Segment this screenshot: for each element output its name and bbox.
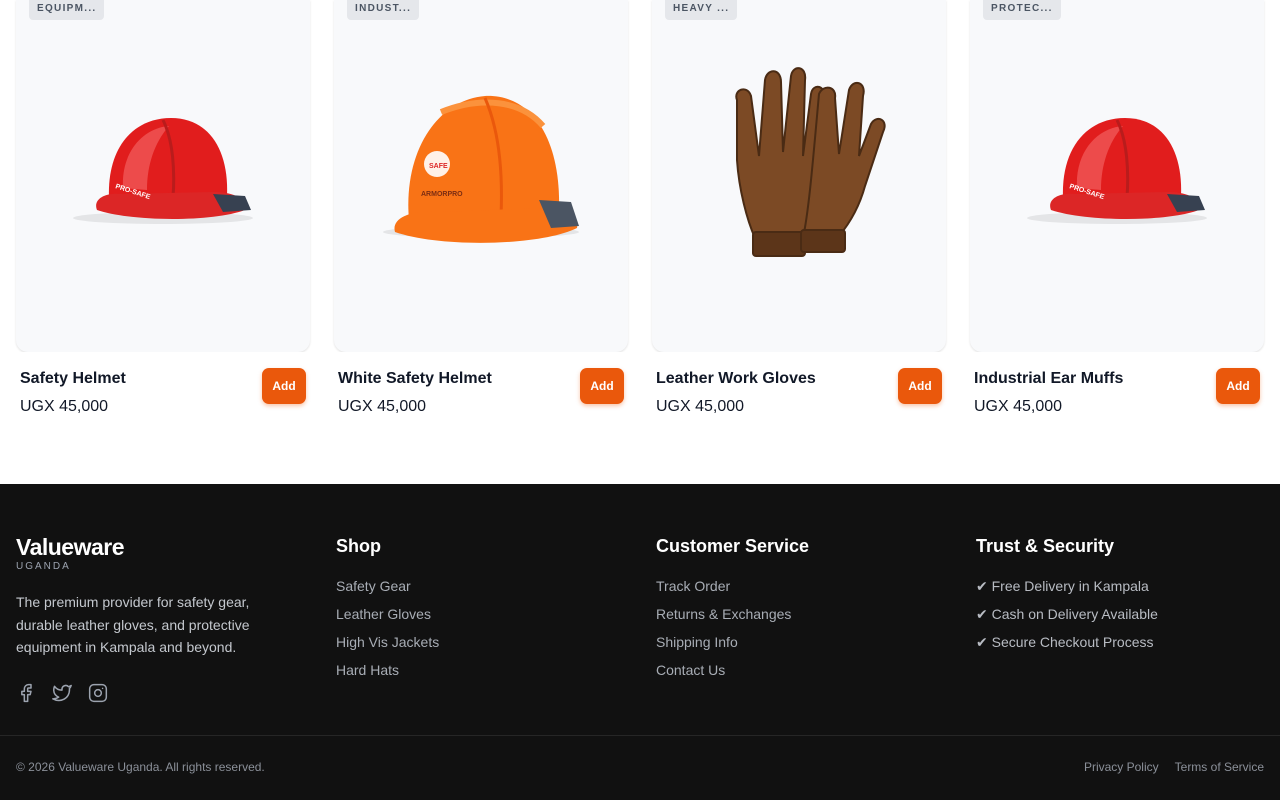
product-card[interactable]: INDUST... SAFE ARMORPRO White Safety Hel… — [334, 0, 628, 420]
trust-item: ✔ Free Delivery in Kampala — [976, 578, 1149, 594]
copyright-text: © 2026 Valueware Uganda. All rights rese… — [16, 760, 265, 774]
instagram-icon[interactable] — [88, 683, 108, 703]
product-price: UGX 45,000 — [974, 398, 1063, 415]
product-name[interactable]: White Safety Helmet — [338, 370, 492, 388]
product-info: Safety Helmet UGX 45,000 Add — [16, 352, 310, 420]
product-info: Leather Work Gloves UGX 45,000 Add — [652, 352, 946, 420]
leather-gloves-image — [735, 67, 886, 257]
customer-service-heading: Customer Service — [656, 536, 810, 556]
product-image-area[interactable]: EQUIPM... PRO-SAFE — [16, 0, 310, 352]
shop-link-hard-hats[interactable]: Hard Hats — [336, 660, 439, 680]
social-links — [16, 683, 276, 703]
shop-link-leather-gloves[interactable]: Leather Gloves — [336, 604, 439, 624]
footer-divider — [0, 735, 1280, 736]
product-info: White Safety Helmet UGX 45,000 Add — [334, 352, 628, 420]
trust-heading: Trust & Security — [976, 536, 1115, 556]
red-helmet-image: PRO-SAFE — [73, 118, 253, 224]
product-image-area[interactable]: PROTEC... PRO-SAFE — [970, 0, 1264, 352]
trust-item: ✔ Cash on Delivery Available — [976, 606, 1158, 622]
product-image-area[interactable]: HEAVY ... — [652, 0, 946, 352]
footer-shop-column: Shop Safety Gear Leather Gloves High Vis… — [336, 534, 439, 688]
footer-brand: Valueware UGANDA The premium provider fo… — [16, 534, 276, 703]
product-grid: EQUIPM... PRO-SAFE Safety Helmet UGX 45,… — [0, 0, 1280, 484]
product-image-area[interactable]: INDUST... SAFE ARMORPRO — [334, 0, 628, 352]
add-to-cart-button[interactable]: Add — [262, 368, 306, 404]
product-card[interactable]: PROTEC... PRO-SAFE Industrial Ear Muffs … — [970, 0, 1264, 420]
legal-links: Privacy Policy Terms of Service — [1084, 760, 1264, 774]
product-price: UGX 45,000 — [20, 398, 109, 415]
cs-link-returns[interactable]: Returns & Exchanges — [656, 604, 809, 624]
product-card[interactable]: HEAVY ... Leather Work Gloves UGX 45,000… — [652, 0, 946, 420]
privacy-policy-link[interactable]: Privacy Policy — [1084, 760, 1159, 774]
cs-link-shipping-info[interactable]: Shipping Info — [656, 632, 809, 652]
category-badge: HEAVY ... — [665, 0, 738, 20]
svg-text:SAFE: SAFE — [429, 163, 448, 170]
product-card[interactable]: EQUIPM... PRO-SAFE Safety Helmet UGX 45,… — [16, 0, 310, 420]
orange-helmet-image: SAFE ARMORPRO — [383, 95, 579, 243]
terms-of-service-link[interactable]: Terms of Service — [1175, 760, 1264, 774]
trust-item: ✔ Secure Checkout Process — [976, 634, 1154, 650]
footer-customer-service-column: Customer Service Track Order Returns & E… — [656, 534, 809, 688]
cs-link-track-order[interactable]: Track Order — [656, 576, 809, 596]
shop-link-safety-gear[interactable]: Safety Gear — [336, 576, 439, 596]
add-to-cart-button[interactable]: Add — [580, 368, 624, 404]
twitter-icon[interactable] — [52, 683, 72, 703]
product-name[interactable]: Safety Helmet — [20, 370, 126, 388]
svg-text:ARMORPRO: ARMORPRO — [421, 191, 463, 198]
cs-link-contact-us[interactable]: Contact Us — [656, 660, 809, 680]
brand-logo[interactable]: Valueware — [16, 534, 276, 560]
product-price: UGX 45,000 — [656, 398, 745, 415]
product-name[interactable]: Leather Work Gloves — [656, 370, 816, 388]
product-price: UGX 45,000 — [338, 398, 427, 415]
product-name[interactable]: Industrial Ear Muffs — [974, 370, 1123, 388]
site-footer: Valueware UGANDA The premium provider fo… — [0, 484, 1280, 800]
footer-trust-column: Trust & Security ✔ Free Delivery in Kamp… — [976, 534, 1158, 660]
shop-heading: Shop — [336, 536, 381, 556]
category-badge: PROTEC... — [983, 0, 1061, 20]
product-info: Industrial Ear Muffs UGX 45,000 Add — [970, 352, 1264, 420]
brand-description: The premium provider for safety gear, du… — [16, 594, 250, 655]
category-badge: EQUIPM... — [29, 0, 105, 20]
red-helmet-image: PRO-SAFE — [1027, 118, 1207, 224]
shop-link-high-vis-jackets[interactable]: High Vis Jackets — [336, 632, 439, 652]
add-to-cart-button[interactable]: Add — [1216, 368, 1260, 404]
facebook-icon[interactable] — [16, 683, 36, 703]
brand-subtitle: UGANDA — [16, 561, 71, 572]
add-to-cart-button[interactable]: Add — [898, 368, 942, 404]
category-badge: INDUST... — [347, 0, 420, 20]
